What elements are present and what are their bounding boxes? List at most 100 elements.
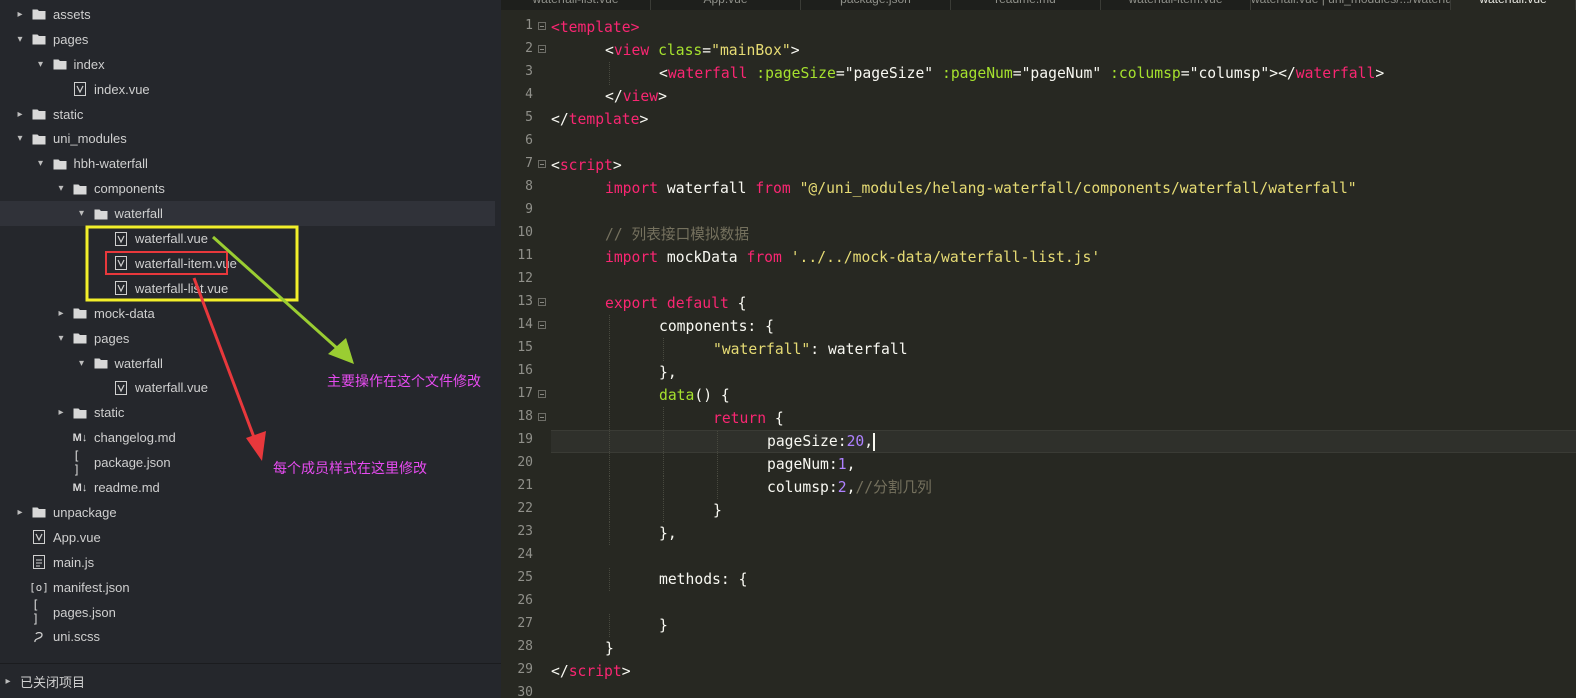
editor-tab[interactable]: App.vue <box>651 0 801 10</box>
closed-projects-section[interactable]: ▸ 已关闭项目 <box>0 663 501 698</box>
tree-item[interactable]: ▸ static <box>0 102 495 127</box>
code-line[interactable]: <script> <box>551 154 1576 177</box>
code-line[interactable]: import mockData from '../../mock-data/wa… <box>551 246 1576 269</box>
tree-item[interactable]: ▸ mock-data <box>0 301 495 326</box>
code-line[interactable]: <waterfall :pageSize="pageSize" :pageNum… <box>551 62 1576 85</box>
tree-item[interactable]: ▾ index <box>0 52 495 77</box>
tree-item[interactable]: ▸waterfall-item.vue <box>0 251 495 276</box>
tree-item-content: ▾ uni_modules <box>0 131 126 146</box>
json-file-icon: [ ] <box>32 598 40 627</box>
line-number: 26 <box>517 593 533 608</box>
code-token: components: { <box>659 318 774 335</box>
code-line[interactable]: columsp:2,//分割几列 <box>551 476 1576 499</box>
tree-item[interactable]: ▸main.js <box>0 550 495 575</box>
chevron-down-icon[interactable]: ▾ <box>14 133 26 144</box>
tree-item[interactable]: ▸ unpackage <box>0 500 495 525</box>
code-line[interactable]: return { <box>551 407 1576 430</box>
editor-tab[interactable]: waterfall.vue <box>1451 0 1576 10</box>
line-number: 19 <box>517 432 533 447</box>
tree-item[interactable]: ▸waterfall-list.vue <box>0 276 495 301</box>
code-line[interactable] <box>551 683 1576 697</box>
code-token: '../../mock-data/waterfall-list.js' <box>790 249 1101 266</box>
chevron-right-icon[interactable]: ▸ <box>14 507 26 518</box>
tree-item[interactable]: ▸[ ]pages.json <box>0 598 495 626</box>
line-number: 24 <box>517 547 533 562</box>
chevron-down-icon[interactable]: ▾ <box>55 333 67 344</box>
tree-item[interactable]: ▸uni.scss <box>0 625 495 650</box>
editor-tab[interactable]: waterfall-item.vue <box>1101 0 1251 10</box>
code-token: > <box>612 157 622 174</box>
fold-toggle-icon[interactable] <box>538 321 546 329</box>
chevron-right-icon[interactable]: ▸ <box>55 407 67 418</box>
code-line[interactable] <box>551 131 1576 154</box>
editor-tab[interactable]: waterfall-list.vue <box>501 0 651 10</box>
tree-item[interactable]: ▸waterfall.vue <box>0 226 495 251</box>
code-line[interactable]: export default { <box>551 292 1576 315</box>
chevron-down-icon[interactable]: ▾ <box>76 208 88 219</box>
code-line[interactable]: pageSize:20, <box>551 430 1576 454</box>
tree-item[interactable]: ▸[o]manifest.json <box>0 575 495 600</box>
tree-item[interactable]: ▾ hbh-waterfall <box>0 151 495 176</box>
code-token: waterfall <box>1295 65 1376 82</box>
code-line[interactable]: } <box>551 614 1576 637</box>
code-line[interactable] <box>551 545 1576 568</box>
code-token: </ <box>605 88 623 105</box>
fold-toggle-icon[interactable] <box>538 160 546 168</box>
code-line[interactable]: methods: { <box>551 568 1576 591</box>
code-line[interactable] <box>551 269 1576 292</box>
code-line[interactable] <box>551 591 1576 614</box>
code-line[interactable]: } <box>551 637 1576 660</box>
code-line[interactable]: // 列表接口模拟数据 <box>551 223 1576 246</box>
code-line[interactable]: import waterfall from "@/uni_modules/hel… <box>551 177 1576 200</box>
fold-toggle-icon[interactable] <box>538 298 546 306</box>
editor-tab[interactable]: package.json <box>801 0 951 10</box>
editor-tab[interactable]: waterfall.vue | uni_modules/.../waterfal… <box>1251 0 1451 10</box>
tree-item[interactable]: ▸index.vue <box>0 77 495 102</box>
tree-item[interactable]: ▾ pages <box>0 27 495 52</box>
code-line[interactable] <box>551 200 1576 223</box>
code-line[interactable]: components: { <box>551 315 1576 338</box>
editor-tab[interactable]: readme.md <box>951 0 1101 10</box>
tree-item[interactable]: ▾ uni_modules <box>0 127 495 152</box>
code-line[interactable]: </view> <box>551 85 1576 108</box>
chevron-right-icon[interactable]: ▸ <box>14 9 26 20</box>
tree-item-content: ▸[ ]pages.json <box>0 598 116 626</box>
fold-toggle-icon[interactable] <box>538 45 546 53</box>
tree-item[interactable]: ▾ pages <box>0 326 495 351</box>
code-line[interactable]: }, <box>551 522 1576 545</box>
code-token: pageSize: <box>767 433 847 450</box>
code-text: return { <box>713 407 784 430</box>
chevron-down-icon[interactable]: ▾ <box>35 59 47 70</box>
code-line[interactable]: </script> <box>551 660 1576 683</box>
tree-item-content: ▸[ ]package.json <box>0 449 171 477</box>
code-line[interactable]: } <box>551 499 1576 522</box>
chevron-down-icon[interactable]: ▾ <box>76 358 88 369</box>
code-line[interactable]: data() { <box>551 384 1576 407</box>
chevron-down-icon[interactable]: ▾ <box>55 183 67 194</box>
code-line[interactable]: <template> <box>551 16 1576 39</box>
chevron-down-icon[interactable]: ▾ <box>35 158 47 169</box>
fold-toggle-icon[interactable] <box>538 390 546 398</box>
code-area[interactable]: <template> <view class="mainBox"> <waterfa… <box>551 10 1576 697</box>
tree-item[interactable]: ▸ static <box>0 400 495 425</box>
chevron-right-icon[interactable]: ▸ <box>14 109 26 120</box>
tree-item[interactable]: ▸App.vue <box>0 525 495 550</box>
code-line[interactable]: </template> <box>551 108 1576 131</box>
code-token: methods: { <box>659 571 748 588</box>
tree-item[interactable]: ▸ assets <box>0 2 495 27</box>
code-line[interactable]: }, <box>551 361 1576 384</box>
tree-item[interactable]: ▸M↓readme.md <box>0 475 495 500</box>
tree-item[interactable]: ▾ components <box>0 176 495 201</box>
code-line[interactable]: "waterfall": waterfall <box>551 338 1576 361</box>
tree-item[interactable]: ▾ waterfall <box>0 201 495 227</box>
chevron-down-icon[interactable]: ▾ <box>14 34 26 45</box>
fold-toggle-icon[interactable] <box>538 413 546 421</box>
code-text: <waterfall :pageSize="pageSize" :pageNum… <box>659 62 1384 85</box>
folder-icon <box>32 33 46 45</box>
fold-toggle-icon[interactable] <box>538 22 546 30</box>
chevron-right-icon[interactable]: ▸ <box>55 308 67 319</box>
tree-item[interactable]: ▸M↓changelog.md <box>0 425 495 450</box>
code-line[interactable]: <view class="mainBox"> <box>551 39 1576 62</box>
code-editor[interactable]: 1 2 3 4 5 6 7 8 9 10 11 12 13 14 15 16 17 18 19 20 21 22 23 24 2… <box>501 10 1576 697</box>
code-line[interactable]: pageNum:1, <box>551 453 1576 476</box>
